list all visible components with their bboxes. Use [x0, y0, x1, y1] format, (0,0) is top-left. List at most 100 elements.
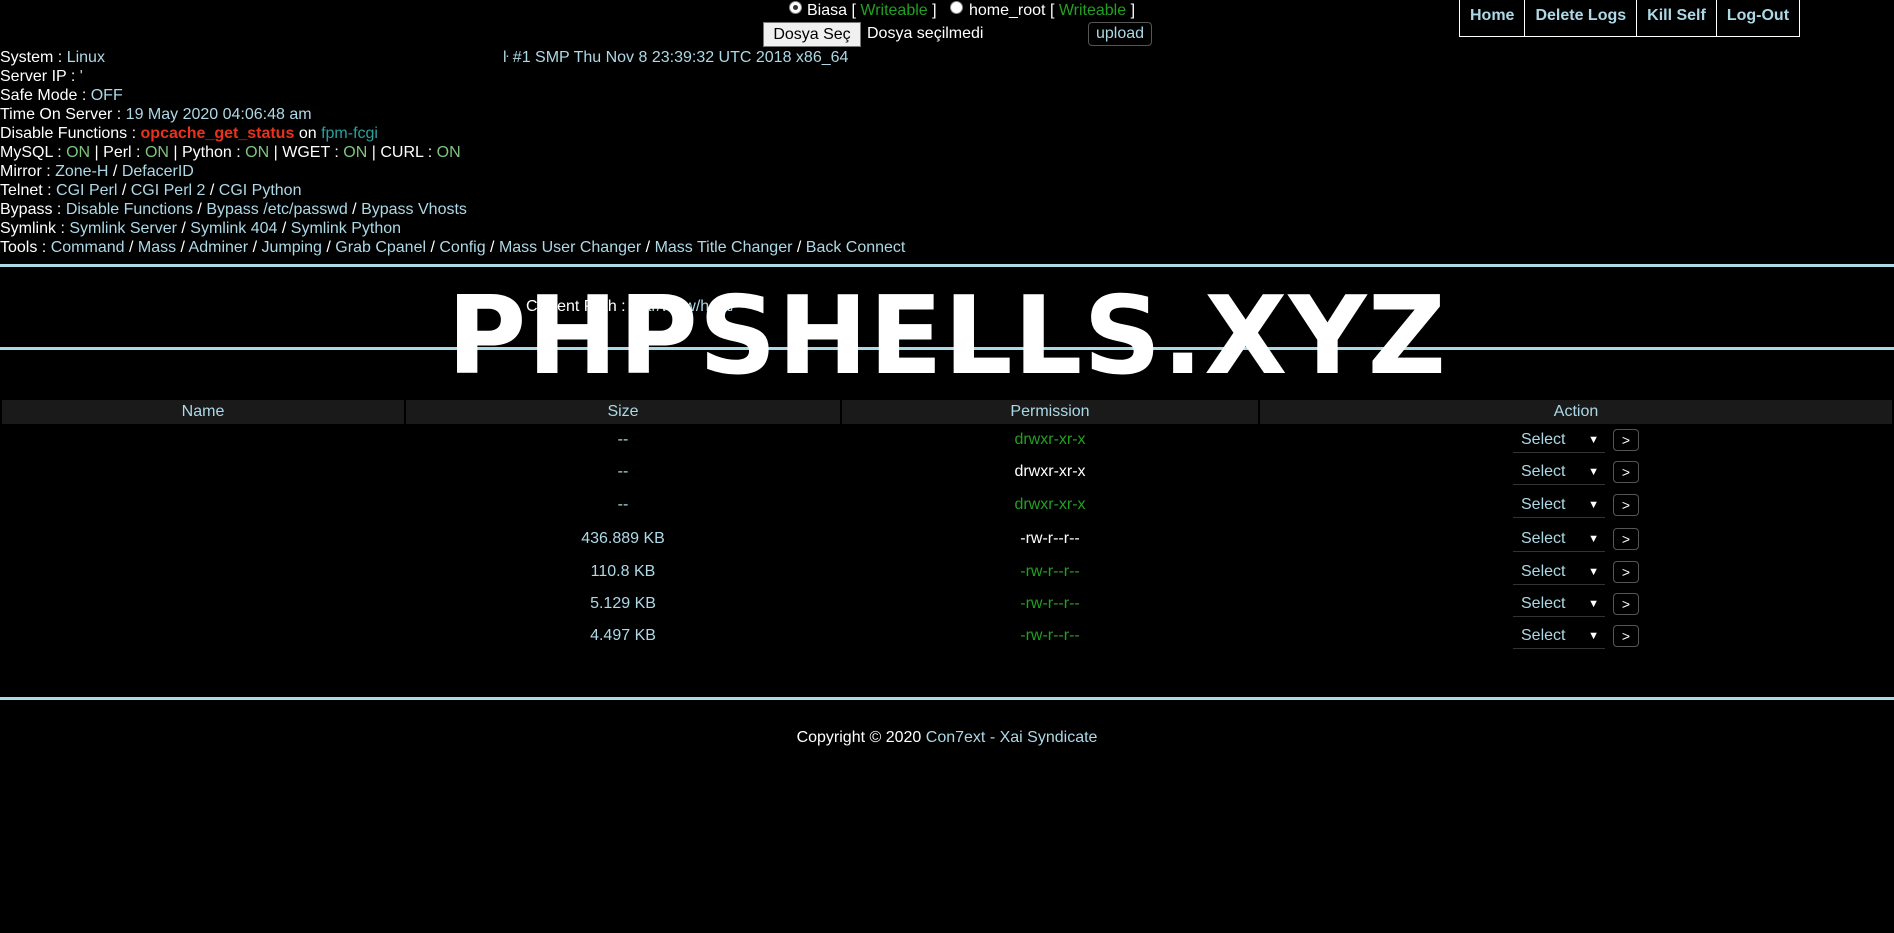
info-link[interactable]: Back Connect [806, 239, 906, 256]
system-value: Linux [66, 49, 105, 66]
action-go-button[interactable]: > [1613, 494, 1639, 516]
info-link[interactable]: Symlink Server [69, 220, 177, 237]
safe-mode-row: Safe Mode : OFF [0, 86, 905, 105]
file-action: Select ▼ > [1260, 456, 1892, 488]
python-label: | Python : [173, 144, 241, 161]
file-name[interactable] [2, 556, 404, 588]
info-link[interactable]: CGI Perl 2 [131, 182, 206, 199]
file-rows: -- drwxr-xr-x Select ▼ > -- drwxr-xr-x Select ▼ >… [2, 424, 1892, 652]
radio-home-root-status: Writeable [1058, 2, 1127, 19]
nav-delete-logs[interactable]: Delete Logs [1524, 0, 1638, 37]
radio-home-root-label: home_root [ Writeable ] [969, 2, 1135, 20]
file-name[interactable] [2, 488, 404, 522]
action-select[interactable]: Select ▼ [1513, 559, 1605, 585]
footer: Copyright © 2020 Con7ext - Xai Syndicate [0, 729, 1894, 747]
info-link[interactable]: Bypass /etc/passwd [206, 201, 347, 218]
disable-functions-row: Disable Functions : opcache_get_status o… [0, 124, 905, 143]
file-permission[interactable]: -rw-r--r-- [842, 620, 1258, 652]
action-select[interactable]: Select ▼ [1513, 492, 1605, 518]
file-table: Name Size Permission Action -- drwxr-xr-x… [0, 400, 1894, 652]
file-name[interactable] [2, 424, 404, 456]
table-row: 436.889 KB -rw-r--r-- Select ▼ > [2, 522, 1892, 556]
link-separator: / [176, 239, 189, 256]
info-link[interactable]: DefacerID [122, 163, 194, 180]
author-link[interactable]: Con7ext [926, 729, 986, 746]
file-permission[interactable]: -rw-r--r-- [842, 588, 1258, 620]
file-name[interactable] [2, 620, 404, 652]
file-permission[interactable]: drwxr-xr-x [842, 424, 1258, 456]
file-permission[interactable]: -rw-r--r-- [842, 522, 1258, 556]
action-go-button[interactable]: > [1613, 561, 1639, 583]
info-link[interactable]: Bypass Vhosts [361, 201, 467, 218]
perl-label: | Perl : [94, 144, 141, 161]
upload-form: Biasa [ Writeable ] home_root [ Writeabl… [760, 0, 1160, 48]
radio-home-root-text: home_root [ [969, 2, 1055, 19]
file-name[interactable] [2, 456, 404, 488]
link-separator: / [641, 239, 655, 256]
file-name[interactable] [2, 522, 404, 556]
info-link[interactable]: Config [439, 239, 485, 256]
info-link[interactable]: CGI Python [219, 182, 302, 199]
info-link[interactable]: Jumping [261, 239, 321, 256]
action-select[interactable]: Select ▼ [1513, 623, 1605, 649]
radio-biasa[interactable] [789, 1, 802, 14]
bypass-row: Bypass : Disable Functions / Bypass /etc… [0, 200, 905, 219]
nav-kill-self[interactable]: Kill Self [1636, 0, 1717, 37]
action-go-button[interactable]: > [1613, 429, 1639, 451]
info-link[interactable]: Command [51, 239, 125, 256]
link-separator: / [426, 239, 440, 256]
info-link[interactable]: CGI Perl [56, 182, 117, 199]
copyright-text: Copyright © 2020 [796, 729, 922, 746]
file-permission[interactable]: drwxr-xr-x [842, 488, 1258, 522]
safe-mode-label: Safe Mode : [0, 87, 87, 104]
radio-home-root[interactable] [950, 1, 963, 14]
disable-functions-label: Disable Functions : [0, 125, 137, 142]
action-select[interactable]: Select ▼ [1513, 459, 1605, 485]
modules-row: MySQL : ON | Perl : ON | Python : ON | W… [0, 143, 905, 162]
bypass-label: Bypass : [0, 201, 62, 218]
symlink-links: Symlink Server / Symlink 404 / Symlink P… [69, 220, 401, 237]
choose-file-button[interactable]: Dosya Seç [763, 22, 861, 47]
info-link[interactable]: Symlink Python [291, 220, 401, 237]
chevron-down-icon: ▼ [1588, 499, 1599, 511]
action-go-button[interactable]: > [1613, 528, 1639, 550]
time-value: 19 May 2020 04:06:48 am [125, 106, 312, 123]
action-select[interactable]: Select ▼ [1513, 591, 1605, 617]
wget-status: ON [343, 144, 368, 161]
bypass-links: Disable Functions / Bypass /etc/passwd /… [66, 201, 467, 218]
action-select[interactable]: Select ▼ [1513, 526, 1605, 552]
link-separator: / [277, 220, 291, 237]
site-watermark: PHPSHELLS.XYZ [447, 274, 1447, 399]
file-permission[interactable]: drwxr-xr-x [842, 456, 1258, 488]
nav-home[interactable]: Home [1459, 0, 1526, 37]
action-go-button[interactable]: > [1613, 625, 1639, 647]
info-link[interactable]: Grab Cpanel [335, 239, 426, 256]
upload-button[interactable]: upload [1088, 22, 1152, 46]
info-link[interactable]: Adminer [189, 239, 249, 256]
chevron-down-icon: ▼ [1588, 434, 1599, 446]
disable-on-text: on [298, 125, 317, 142]
file-permission[interactable]: -rw-r--r-- [842, 556, 1258, 588]
link-separator: / [347, 201, 362, 218]
link-separator: / [108, 163, 122, 180]
file-size: 4.497 KB [590, 627, 656, 644]
action-select[interactable]: Select ▼ [1513, 427, 1605, 453]
safe-mode-value: OFF [90, 87, 123, 104]
info-link[interactable]: Mass Title Changer [655, 239, 793, 256]
info-link[interactable]: Mass User Changer [499, 239, 641, 256]
info-link[interactable]: Disable Functions [66, 201, 193, 218]
info-link[interactable]: Symlink 404 [190, 220, 277, 237]
info-link[interactable]: Mass [138, 239, 176, 256]
nav-logout[interactable]: Log-Out [1715, 0, 1801, 37]
link-separator: / [792, 239, 806, 256]
header-name: Name [2, 400, 404, 424]
action-go-button[interactable]: > [1613, 461, 1639, 483]
file-name[interactable] [2, 588, 404, 620]
action-select-value: Select [1521, 431, 1566, 448]
info-link[interactable]: Zone-H [55, 163, 108, 180]
mirror-label: Mirror : [0, 163, 51, 180]
action-go-button[interactable]: > [1613, 593, 1639, 615]
curl-status: ON [436, 144, 461, 161]
team-link[interactable]: Xai Syndicate [1000, 729, 1098, 746]
file-size: -- [617, 496, 629, 513]
